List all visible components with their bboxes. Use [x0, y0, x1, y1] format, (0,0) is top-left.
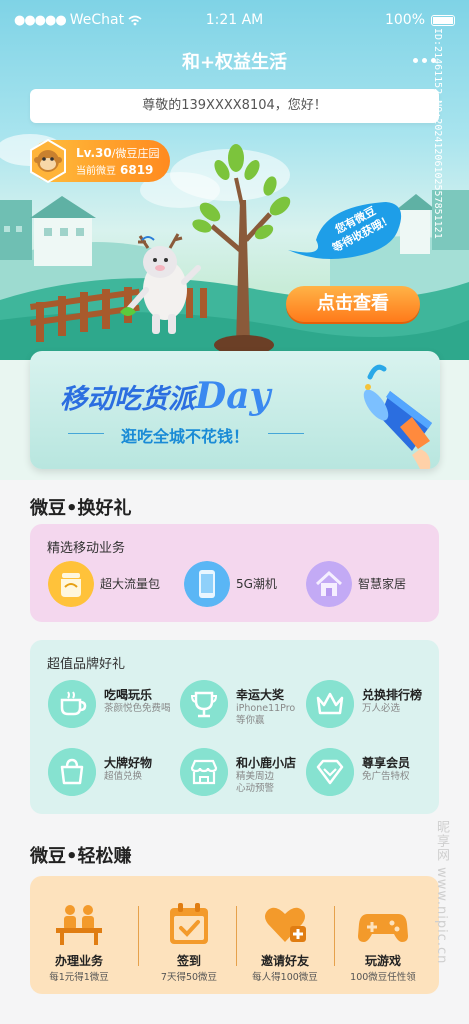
counter-service-icon: [56, 905, 102, 945]
crown-icon: [306, 680, 354, 728]
earn-title: 签到: [176, 954, 201, 968]
earn-title: 玩游戏: [364, 954, 401, 968]
trophy-icon: [180, 680, 228, 728]
level-value: Lv.30: [76, 146, 112, 160]
banner-title-cn: 移动吃货派: [60, 384, 195, 415]
brand-title: 尊享会员: [362, 756, 411, 770]
battery-icon: [431, 14, 455, 26]
check-button[interactable]: 点击查看: [286, 286, 420, 322]
earn-item-games[interactable]: 玩游戏 100微豆任性领: [336, 898, 430, 988]
page-title: 和+权益生活: [181, 52, 288, 73]
divider: [268, 433, 304, 434]
brand-title: 和小鹿小店: [236, 756, 297, 770]
service-item-5g-phone[interactable]: 5G潮机: [184, 561, 294, 607]
section-exchange-title: 微豆•换好礼: [30, 498, 132, 519]
earn-title: 邀请好友: [260, 954, 309, 968]
brand-item-deer-shop[interactable]: 和小鹿小店 精美周边 心动预警: [180, 748, 310, 796]
status-bar: ●●●●● WeChat 1:21 AM 100%: [0, 0, 469, 40]
shopping-bag-icon: [48, 748, 96, 796]
garden-label: /微豆庄园: [111, 147, 160, 160]
coffee-cup-icon: [48, 680, 96, 728]
brand-desc: 免广告特权: [362, 771, 410, 782]
banner-title: 移动吃货派Day: [60, 375, 270, 417]
card-title: 精选移动业务: [47, 541, 126, 556]
beans-count: 6819: [120, 163, 154, 177]
earn-item-business[interactable]: 办理业务 每1元得1微豆: [32, 898, 126, 988]
divider: [334, 906, 335, 966]
mobile-services-card: 精选移动业务 超大流量包 5G潮机 智慧家居: [30, 524, 439, 622]
divider: [236, 906, 237, 966]
brand-desc: 精美周边 心动预警: [236, 771, 275, 794]
brand-desc: 茶颜悦色免费喝: [104, 703, 171, 714]
brand-title: 幸运大奖: [236, 688, 285, 702]
brand-gifts-card: 超值品牌好礼 吃喝玩乐 茶颜悦色免费喝 幸运大奖 iPhone11Pro 等你赢…: [30, 640, 439, 814]
brand-desc: 万人必选: [362, 703, 401, 714]
service-label: 超大流量包: [100, 577, 161, 591]
brand-item-ranking[interactable]: 兑换排行榜 万人必选: [306, 680, 436, 728]
service-item-data-pack[interactable]: 超大流量包: [48, 561, 168, 607]
data-jar-icon: [48, 561, 94, 607]
brand-desc: iPhone11Pro 等你赢: [236, 703, 296, 726]
earn-item-checkin[interactable]: 签到 7天得50微豆: [142, 898, 236, 988]
battery-percent: 100%: [384, 12, 425, 28]
greeting-bar: 尊敬的139XXXX8104，您好！: [30, 89, 439, 123]
watermark-side: 昵享网 www.nipic.cn: [434, 820, 449, 965]
brand-desc: 超值兑换: [104, 771, 143, 782]
brand-item-goods[interactable]: 大牌好物 超值兑换: [48, 748, 178, 796]
level-card[interactable]: Lv.30/微豆庄园 当前微豆 6819: [30, 138, 170, 184]
watermark-id: ID:21461152 NO:20241206102557851121: [432, 28, 443, 239]
section-earn-title: 微豆•轻松赚: [30, 846, 132, 867]
brand-title: 大牌好物: [104, 756, 153, 770]
brand-title: 兑换排行榜: [362, 688, 423, 702]
phone-icon: [184, 561, 230, 607]
earn-desc: 100微豆任性领: [350, 972, 416, 983]
megaphone-icon: [363, 364, 432, 469]
earn-item-invite[interactable]: 邀请好友 每人得100微豆: [238, 898, 332, 988]
service-label: 智慧家居: [358, 577, 407, 591]
house-icon: [306, 561, 352, 607]
service-label: 5G潮机: [236, 577, 277, 591]
beans-label: 当前微豆: [76, 166, 116, 177]
vip-diamond-icon: [306, 748, 354, 796]
banner-subtitle: 逛吃全城不花钱！: [120, 427, 249, 446]
earn-desc: 每1元得1微豆: [49, 972, 109, 983]
divider: [138, 906, 139, 966]
brand-item-vip[interactable]: 尊享会员 免广告特权: [306, 748, 436, 796]
brand-title: 吃喝玩乐: [104, 688, 153, 702]
monkey-avatar-icon: [30, 138, 66, 184]
hero-section: ●●●●● WeChat 1:21 AM 100% 和+权益生活 尊敬的139X…: [0, 0, 469, 480]
banner-title-en: Day: [195, 375, 271, 417]
brand-item-food[interactable]: 吃喝玩乐 茶颜悦色免费喝: [48, 680, 178, 728]
calendar-check-icon: [170, 903, 208, 944]
card-title: 超值品牌好礼: [47, 657, 126, 672]
earn-beans-card: 办理业务 每1元得1微豆 签到 7天得50微豆 邀请好友 每人得100微豆 玩游…: [30, 876, 439, 994]
earn-desc: 7天得50微豆: [160, 972, 218, 983]
promo-banner[interactable]: 移动吃货派Day 逛吃全城不花钱！: [30, 351, 440, 469]
gamepad-icon: [358, 914, 408, 942]
earn-title: 办理业务: [54, 954, 103, 968]
brand-item-lucky-draw[interactable]: 幸运大奖 iPhone11Pro 等你赢: [180, 680, 310, 728]
earn-desc: 每人得100微豆: [252, 972, 318, 983]
shop-icon: [180, 748, 228, 796]
service-item-smart-home[interactable]: 智慧家居: [306, 561, 426, 607]
heart-plus-icon: [265, 907, 306, 942]
